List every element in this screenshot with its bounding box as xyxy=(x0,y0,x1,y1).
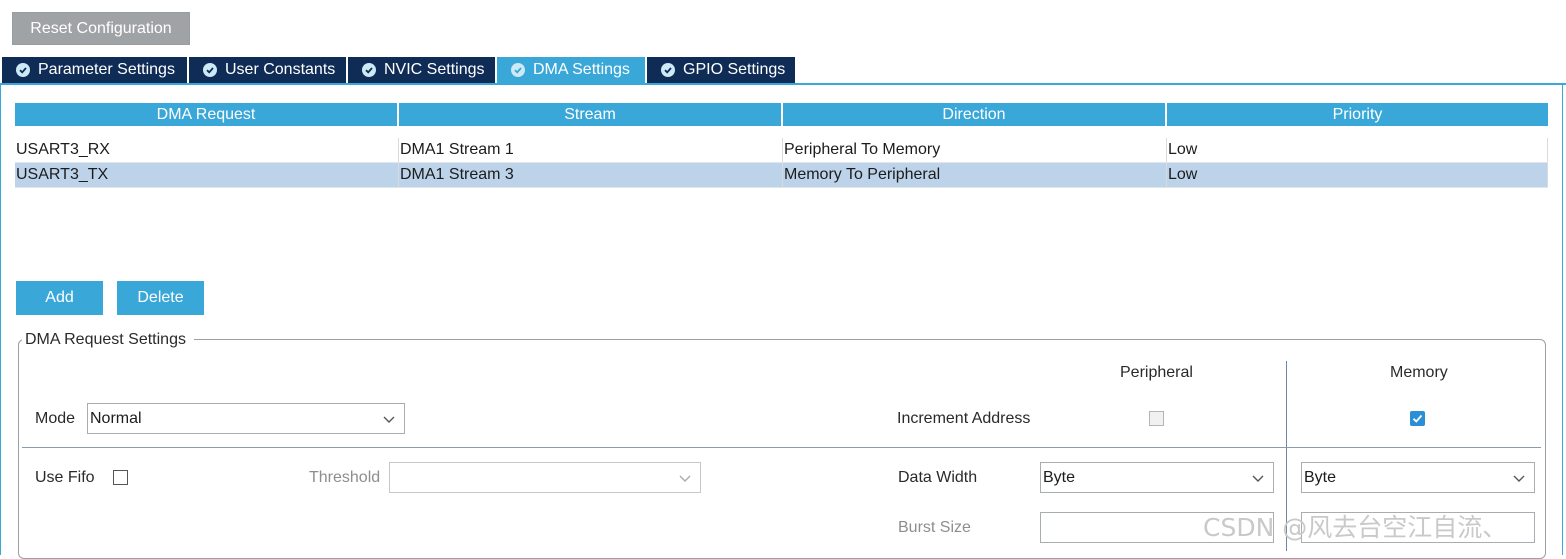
table-cell: DMA1 Stream 3 xyxy=(399,163,783,187)
table-row-selected[interactable]: USART3_TX DMA1 Stream 3 Memory To Periph… xyxy=(15,163,1548,188)
tab-label: NVIC Settings xyxy=(384,61,485,78)
threshold-label: Threshold xyxy=(309,469,381,486)
mode-select[interactable]: Normal xyxy=(87,403,405,434)
table-header: DMA Request Stream Direction Priority xyxy=(15,103,1548,126)
tab-nvic-settings[interactable]: NVIC Settings xyxy=(348,57,495,83)
tab-label: DMA Settings xyxy=(533,61,630,78)
group-title: DMA Request Settings xyxy=(22,331,194,349)
tab-bar: Parameter Settings User Constants NVIC S… xyxy=(2,57,797,83)
chevron-down-icon xyxy=(1252,475,1264,482)
memory-data-width-value: Byte xyxy=(1304,468,1337,486)
column-header-direction[interactable]: Direction xyxy=(783,103,1167,126)
tab-dma-settings[interactable]: DMA Settings xyxy=(497,57,645,83)
table-cell: Memory To Peripheral xyxy=(783,163,1167,187)
table-row[interactable]: USART3_RX DMA1 Stream 1 Peripheral To Me… xyxy=(15,138,1548,163)
chevron-down-icon xyxy=(383,416,395,423)
tab-parameter-settings[interactable]: Parameter Settings xyxy=(2,57,187,83)
column-header-stream[interactable]: Stream xyxy=(399,103,783,126)
data-width-label: Data Width xyxy=(898,469,978,486)
peripheral-data-width-select[interactable]: Byte xyxy=(1040,462,1274,493)
mode-label: Mode xyxy=(35,410,76,427)
threshold-select[interactable] xyxy=(389,462,701,493)
mode-value: Normal xyxy=(90,409,142,427)
check-circle-icon xyxy=(362,63,376,77)
increment-address-label: Increment Address xyxy=(897,410,1031,427)
row-divider xyxy=(22,447,1541,448)
reset-configuration-button[interactable]: Reset Configuration xyxy=(12,12,190,45)
table-body: USART3_RX DMA1 Stream 1 Peripheral To Me… xyxy=(15,138,1548,188)
tab-label: GPIO Settings xyxy=(683,61,786,78)
tab-user-constants[interactable]: User Constants xyxy=(189,57,346,83)
check-circle-icon xyxy=(16,63,30,77)
table-cell: Peripheral To Memory xyxy=(783,138,1167,162)
dma-request-table: DMA Request Stream Direction Priority US… xyxy=(15,103,1548,188)
memory-increment-checkbox[interactable] xyxy=(1410,411,1425,426)
memory-data-width-select[interactable]: Byte xyxy=(1301,462,1535,493)
column-header-priority[interactable]: Priority xyxy=(1167,103,1548,126)
add-button[interactable]: Add xyxy=(16,281,103,315)
peripheral-increment-checkbox[interactable] xyxy=(1149,411,1164,426)
check-circle-icon xyxy=(203,63,217,77)
table-cell: USART3_TX xyxy=(15,163,399,187)
tab-gpio-settings[interactable]: GPIO Settings xyxy=(647,57,795,83)
use-fifo-checkbox[interactable] xyxy=(113,470,128,485)
delete-button[interactable]: Delete xyxy=(117,281,204,315)
tab-label: Parameter Settings xyxy=(38,61,175,78)
check-circle-icon xyxy=(661,63,675,77)
column-header-dma-request[interactable]: DMA Request xyxy=(15,103,399,126)
table-cell: DMA1 Stream 1 xyxy=(399,138,783,162)
peripheral-data-width-value: Byte xyxy=(1043,468,1076,486)
use-fifo-label: Use Fifo xyxy=(35,469,95,486)
tab-label: User Constants xyxy=(225,61,336,78)
chevron-down-icon xyxy=(1513,475,1525,482)
check-circle-icon xyxy=(511,63,525,77)
table-cell: Low xyxy=(1167,163,1548,187)
peripheral-header: Peripheral xyxy=(1120,364,1193,381)
memory-header: Memory xyxy=(1390,364,1448,381)
checkmark-icon xyxy=(1412,414,1423,423)
table-cell: USART3_RX xyxy=(15,138,399,162)
chevron-down-icon xyxy=(679,475,691,482)
table-cell: Low xyxy=(1167,138,1548,162)
burst-size-label: Burst Size xyxy=(898,519,971,536)
watermark: CSDN @风去台空江自流、 xyxy=(1203,513,1508,542)
